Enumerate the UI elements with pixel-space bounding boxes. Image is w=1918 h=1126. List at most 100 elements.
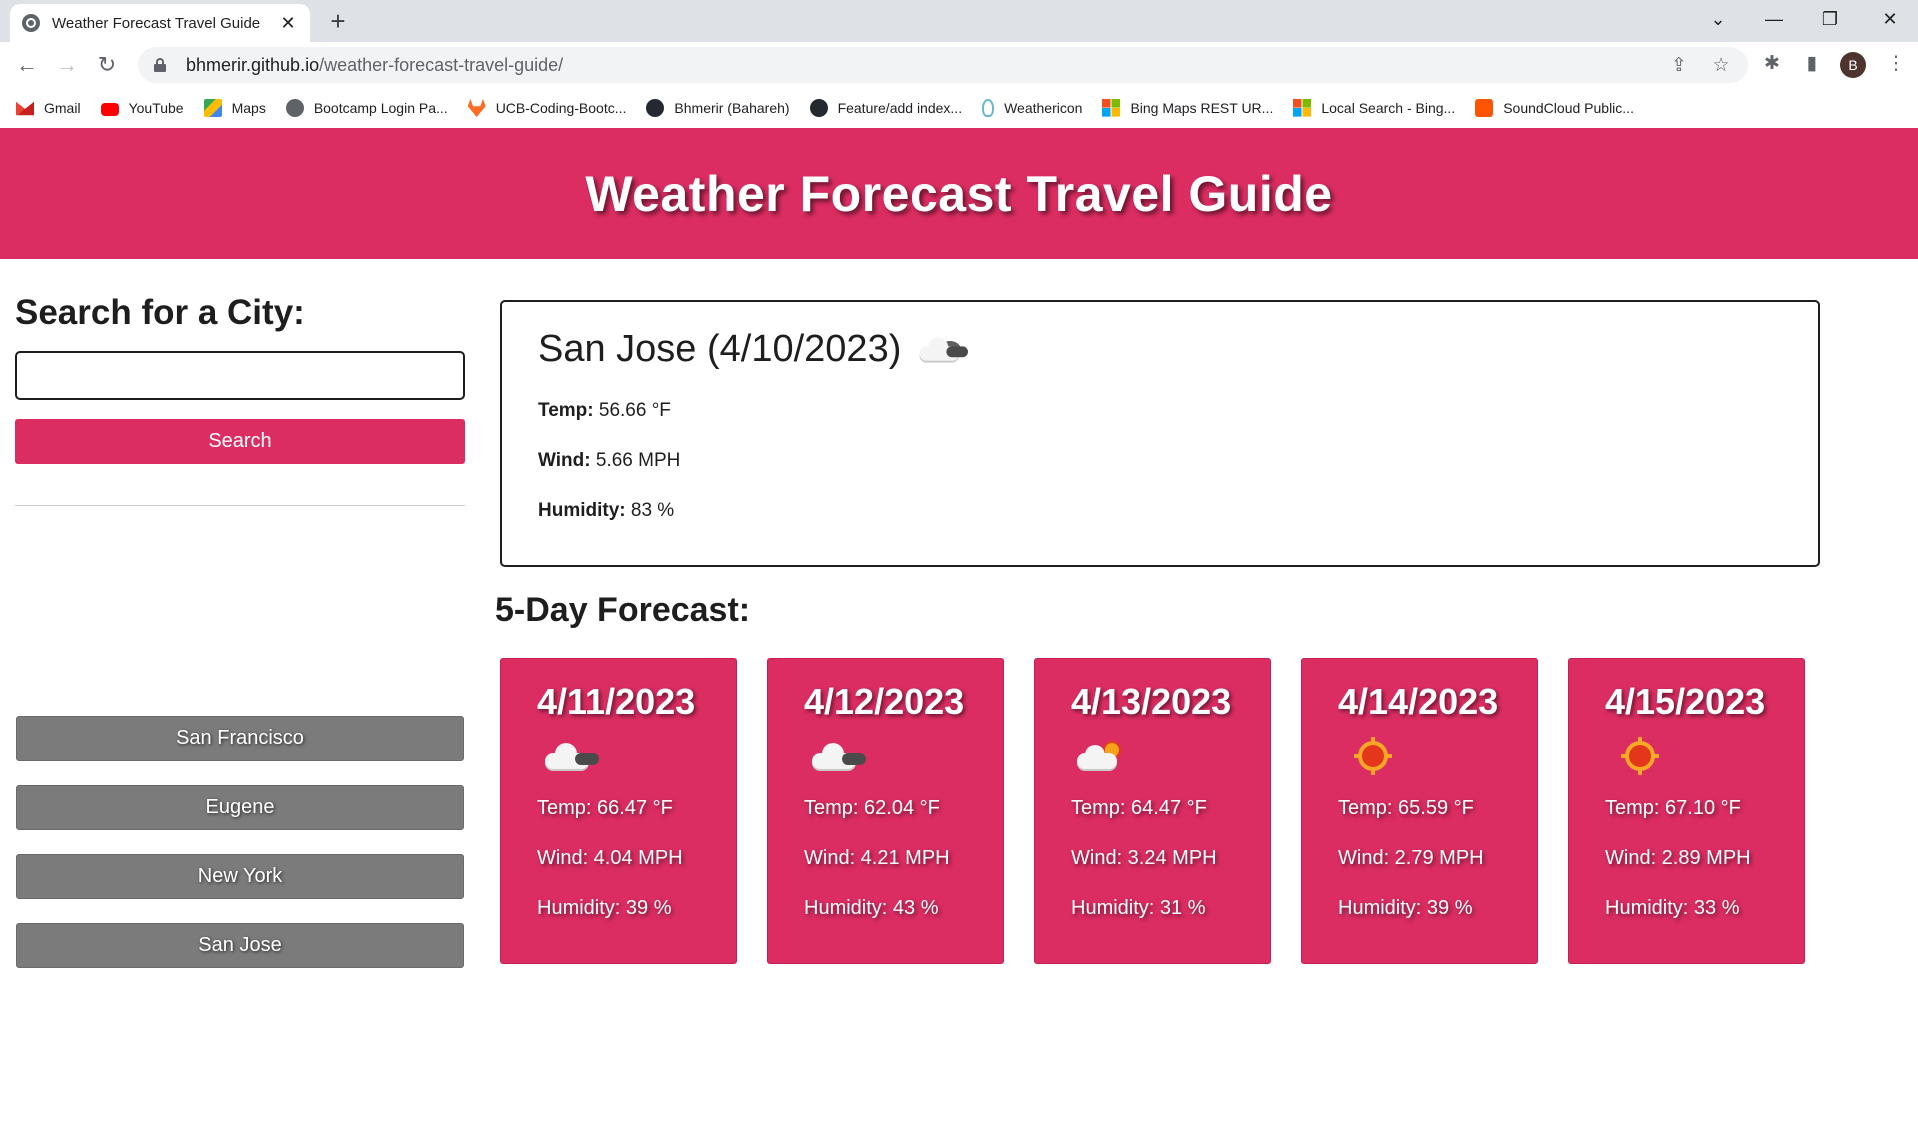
maps-icon [203,99,222,117]
menu-icon[interactable]: ⋮ [1882,50,1910,78]
forecast-card: 4/15/2023 Temp: 67.10 °F Wind: 2.89 MPH Hum… [1568,658,1805,964]
url-host: bhmerir.github.io [186,54,320,75]
bookmark-label: Feature/add index... [837,100,963,116]
back-icon[interactable]: ← [12,50,42,80]
bookmark-item[interactable]: Bootcamp Login Pa... [285,99,448,117]
page-title: Weather Forecast Travel Guide [585,165,1333,222]
lock-icon[interactable] [154,58,166,72]
soundcloud-icon [1475,99,1494,117]
bookmark-label: UCB-Coding-Bootc... [495,100,627,116]
microsoft-icon [1102,99,1121,117]
city-search-input[interactable] [15,351,465,400]
humidity-label: Humidity: [538,500,626,521]
restore-icon[interactable]: ❐ [1802,0,1858,38]
forecast-date: 4/14/2023 [1338,681,1499,722]
forecast-temp: Temp: 65.59 °F [1338,797,1474,819]
minimize-icon[interactable]: — [1746,0,1802,38]
bookmark-label: YouTube [128,100,184,116]
forward-icon[interactable]: → [52,50,82,80]
globe-icon [285,99,304,117]
extensions-icon[interactable]: ✱ [1758,50,1786,78]
address-bar[interactable]: bhmerir.github.io/weather-forecast-trave… [138,47,1748,83]
cloudy-icon [914,333,969,365]
bookmark-label: Bing Maps REST UR... [1130,100,1274,116]
bookmark-item[interactable]: YouTube [100,100,184,116]
bookmark-label: Gmail [44,100,81,116]
sidebar-divider [15,505,465,506]
bookmark-label: Weathericon [1004,100,1083,116]
forecast-wind: Wind: 3.24 MPH [1071,847,1217,869]
browser-toolbar: ← → ↻ bhmerir.github.io/weather-forecast… [0,42,1918,88]
forecast-humidity: Humidity: 33 % [1605,897,1740,919]
history-button[interactable]: New York [16,854,464,899]
forecast-wind: Wind: 4.04 MPH [537,847,683,869]
bookmark-label: Local Search - Bing... [1321,100,1456,116]
cloudy-icon [806,739,866,779]
humidity-value: 83 % [630,500,675,521]
current-humidity: Humidity: 83 % [538,500,674,522]
forecast-card: 4/12/2023 Temp: 62.04 °F Wind: 4.21 MPH Hum… [767,658,1004,964]
bookmark-item[interactable]: Feature/add index... [809,99,963,117]
forecast-wind: Wind: 2.79 MPH [1338,847,1484,869]
bookmark-item[interactable]: Weathericon [982,99,1082,117]
github-icon [809,99,828,117]
bookmarks-bar: Gmail YouTube Maps Bootcamp Login Pa... UCB-… [0,88,1918,128]
forecast-date: 4/15/2023 [1605,681,1766,722]
bookmark-item[interactable]: Bing Maps REST UR... [1102,99,1273,117]
bookmark-star-icon[interactable]: ☆ [1710,55,1732,77]
bookmark-item[interactable]: SoundCloud Public... [1475,99,1634,117]
history-button[interactable]: San Jose [16,923,464,968]
temp-value: 56.66 °F [598,400,671,421]
bookmark-label: Maps [231,100,266,116]
forecast-temp: Temp: 67.10 °F [1605,797,1741,819]
forecast-card: 4/14/2023 Temp: 65.59 °F Wind: 2.79 MPH Hum… [1301,658,1538,964]
cloudy-icon [539,739,599,779]
forecast-heading: 5-Day Forecast: [495,591,751,629]
current-temp: Temp: 56.66 °F [538,400,671,422]
search-heading: Search for a City: [15,293,305,332]
partly-sunny-icon [1073,739,1133,779]
tab-search-icon[interactable]: ⌄ [1690,0,1746,38]
close-window-icon[interactable]: ✕ [1862,0,1918,38]
gmail-icon [16,101,34,116]
wind-label: Wind: [538,450,591,471]
forecast-humidity: Humidity: 39 % [1338,897,1473,919]
forecast-temp: Temp: 66.47 °F [537,797,673,819]
side-panel-icon[interactable]: ▮ [1798,50,1826,78]
github-icon [646,99,665,117]
reload-icon[interactable]: ↻ [92,50,122,80]
tab-close-icon[interactable]: ✕ [278,13,298,34]
history-button[interactable]: Eugene [16,785,464,830]
forecast-date: 4/12/2023 [804,681,965,722]
forecast-wind: Wind: 4.21 MPH [804,847,950,869]
bookmark-label: Bootcamp Login Pa... [313,100,448,116]
share-icon[interactable]: ⇪ [1668,55,1690,77]
bookmark-item[interactable]: Gmail [16,99,81,117]
microsoft-icon [1293,99,1312,117]
current-city-date: San Jose (4/10/2023) [538,328,902,370]
history-button[interactable]: San Francisco [16,716,464,761]
forecast-temp: Temp: 62.04 °F [804,797,940,819]
sun-icon [1607,737,1667,779]
bookmark-item[interactable]: Maps [203,99,266,117]
profile-avatar[interactable]: B [1840,52,1866,78]
browser-tab[interactable]: Weather Forecast Travel Guide ✕ [10,4,310,42]
bookmark-item[interactable]: UCB-Coding-Bootc... [467,99,627,117]
forecast-humidity: Humidity: 39 % [537,897,672,919]
forecast-wind: Wind: 2.89 MPH [1605,847,1751,869]
current-wind: Wind: 5.66 MPH [538,450,680,472]
weathericon-icon [982,99,995,117]
gitlab-icon [467,99,486,117]
temp-label: Temp: [538,400,594,421]
site-header: Weather Forecast Travel Guide [0,128,1918,259]
forecast-date: 4/11/2023 [537,681,696,722]
new-tab-button[interactable]: + [324,8,352,36]
forecast-card: 4/11/2023 Temp: 66.47 °F Wind: 4.04 MPH Hum… [500,658,737,964]
bookmark-item[interactable]: Bhmerir (Bahareh) [646,99,790,117]
browser-tab-strip: Weather Forecast Travel Guide ✕ + ⌄ — ❐ … [0,0,1918,42]
forecast-temp: Temp: 64.47 °F [1071,797,1207,819]
sidebar: Search for a City: Search San Francisco … [15,293,465,968]
bookmark-item[interactable]: Local Search - Bing... [1293,99,1455,117]
search-button[interactable]: Search [15,419,465,464]
forecast-humidity: Humidity: 31 % [1071,897,1206,919]
